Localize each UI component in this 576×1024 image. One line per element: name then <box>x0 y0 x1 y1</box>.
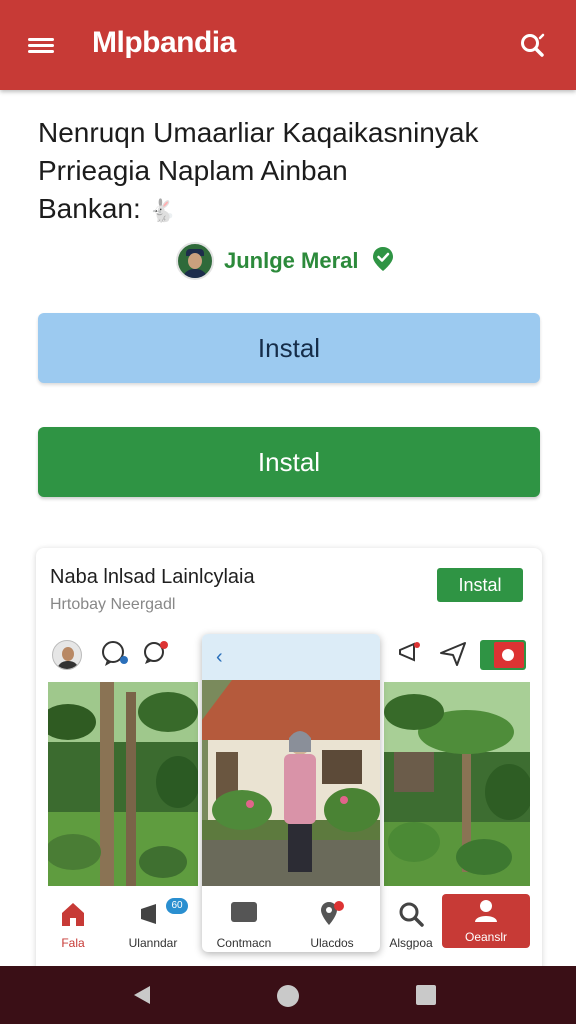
announcements-badge: 60 <box>166 898 188 914</box>
app-preview-card: Naba lnlsad Lainlcylaia Hrtobay Neergadl… <box>36 548 542 978</box>
author-name: Junlge Meral <box>224 248 359 273</box>
nav-item-contacts[interactable]: Contmacn <box>204 886 284 966</box>
phone-header <box>202 634 380 680</box>
nav-label-locations: Ulacdos <box>310 936 354 950</box>
back-arrow-icon[interactable]: ‹ <box>216 646 223 669</box>
rabbit-emoji: 🐇 <box>148 198 176 223</box>
garden-photo-right <box>384 682 530 886</box>
author-avatar <box>176 242 214 280</box>
install-button-green[interactable]: Instal <box>38 427 540 497</box>
card-subtitle: Hrtobay Neergadl <box>50 596 176 613</box>
nav-label-profile: Oeanslr <box>464 930 508 944</box>
headline-line-3: Bankan: 🐇 <box>38 190 538 230</box>
menu-icon[interactable] <box>26 32 58 58</box>
nav-item-profile[interactable]: Oeanslr <box>442 894 530 948</box>
preview-bottom-nav: Fala 60 Ulanndar Contmacn Ulacdos Alsgpo… <box>36 886 542 978</box>
nav-label-home: Fala <box>61 936 85 950</box>
back-triangle-icon[interactable] <box>130 983 154 1012</box>
home-circle-icon[interactable] <box>275 983 301 1014</box>
send-icon[interactable] <box>438 639 468 672</box>
user-avatar[interactable] <box>52 640 82 670</box>
megaphone-icon[interactable] <box>396 639 426 672</box>
card-title: Naba lnlsad Lainlcylaia <box>50 566 255 588</box>
nav-label-search: Alsgpoa <box>389 936 433 950</box>
house-photo <box>202 680 380 886</box>
flag-icon[interactable] <box>480 640 526 670</box>
card-install-button[interactable]: Instal <box>437 568 523 602</box>
app-title: Mlpbandia <box>92 26 236 59</box>
app-bar: Mlpbandia <box>0 0 576 90</box>
headline-line-2: Prrieagia Naplam Ainban <box>38 155 348 186</box>
nav-label-announcements: Ulanndar <box>128 936 178 950</box>
author-row[interactable]: Junlge Meral <box>176 240 396 282</box>
nav-item-search[interactable]: Alsgpoa <box>378 886 444 966</box>
chat-icon[interactable] <box>100 639 130 672</box>
article-headline: Nenruqn Umaarliar Kaqaikasninyak Prrieag… <box>38 114 538 230</box>
headline-line-1: Nenruqn Umaarliar Kaqaikasninyak <box>38 117 479 148</box>
system-nav-bar <box>0 966 576 1024</box>
recents-square-icon[interactable] <box>414 983 438 1012</box>
nav-label-contacts: Contmacn <box>216 936 272 950</box>
headline-line-3-text: Bankan: <box>38 193 141 224</box>
notification-icon[interactable] <box>142 639 172 672</box>
nav-item-locations[interactable]: Ulacdos <box>292 886 372 966</box>
nav-item-home[interactable]: Fala <box>36 886 110 966</box>
verified-pin-icon <box>370 245 396 278</box>
left-icon-row <box>52 638 172 672</box>
nav-item-announcements[interactable]: 60 Ulanndar <box>116 886 190 966</box>
install-button-light[interactable]: Instal <box>38 313 540 383</box>
garden-photo-left <box>48 682 198 886</box>
right-icon-row <box>396 638 526 672</box>
search-icon[interactable] <box>516 30 548 62</box>
